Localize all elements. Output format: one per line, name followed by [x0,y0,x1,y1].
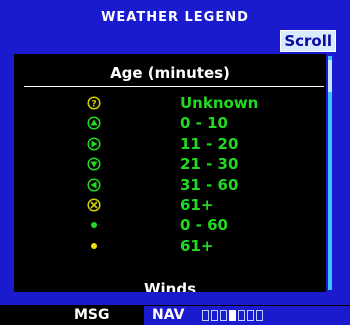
legend-label: Unknown [180,94,259,112]
nav-segment [211,310,218,321]
green-dot-icon [86,217,102,233]
legend-row: 0 - 60 [14,216,326,234]
legend-label: 11 - 20 [180,134,239,153]
age-header: Age (minutes) [110,64,230,82]
question-circle-icon: ? [86,95,102,111]
nav-segment [229,310,236,321]
legend-row: 11 - 20 [14,135,326,153]
gps-screen: WEATHER LEGEND Scroll Age (minutes) ? Unk… [0,0,350,325]
arrow-left-circle-icon [86,177,102,193]
scrollbar-thumb[interactable] [328,60,332,92]
legend-row: 61+ [14,196,326,214]
nav-label: NAV [152,307,185,323]
legend-label: 61+ [180,236,214,255]
legend-row: 21 - 30 [14,155,326,173]
nav-segment [247,310,254,321]
msg-annunciator[interactable]: MSG [74,306,116,324]
scroll-button[interactable]: Scroll [280,30,336,52]
legend-label: 0 - 10 [180,114,228,133]
legend-row: 0 - 10 [14,114,326,132]
window-title: WEATHER LEGEND [101,10,249,25]
nav-segment [202,310,209,321]
yellow-dot-icon [86,238,102,254]
legend-label: 61+ [180,196,214,214]
header-divider [24,86,324,87]
arrow-right-circle-icon [86,136,102,152]
legend-label: 0 - 60 [180,216,228,235]
nav-segment [220,310,227,321]
winds-header: Winds [143,280,197,292]
legend-row: ? Unknown [14,94,326,112]
arrow-up-circle-icon [86,115,102,131]
legend-label: 21 - 30 [180,155,239,174]
x-circle-icon [86,197,102,213]
nav-segment [238,310,245,321]
arrow-down-circle-icon [86,156,102,172]
nav-annunciator: NAV [144,306,350,325]
legend-label: 31 - 60 [180,175,239,194]
legend-row: 61+ [14,237,326,255]
svg-text:?: ? [91,100,96,110]
nav-indicator [202,310,263,321]
legend-panel: Age (minutes) ? Unknown 0 - 10 11 - 20 21 - … [14,54,326,292]
legend-row: 31 - 60 [14,176,326,194]
nav-segment [256,310,263,321]
